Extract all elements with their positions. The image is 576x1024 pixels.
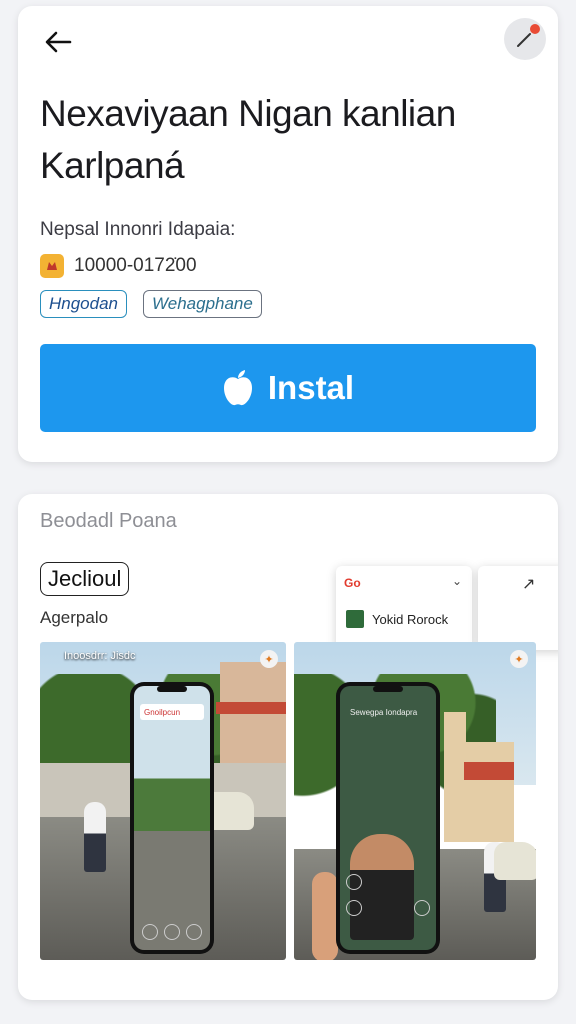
phone-screen: Sewegpa Iondapra bbox=[340, 686, 436, 950]
app-badge-icon bbox=[40, 254, 64, 278]
chevron-down-icon[interactable]: ⌄ bbox=[452, 574, 462, 588]
wand-icon: ✦ bbox=[510, 650, 528, 668]
app-meta-value: 10000-0172̇00 bbox=[74, 255, 197, 276]
gallery-card: Beodadl Poana Jeclioul Agerpalo Go ⌄ Yok… bbox=[18, 494, 558, 1000]
camera-control-icon bbox=[346, 874, 362, 890]
popover-card-secondary[interactable]: ↗ bbox=[478, 566, 558, 650]
popover-item[interactable]: Yokid Rorock bbox=[346, 610, 448, 628]
popover-item-label: Yokid Rorock bbox=[372, 611, 449, 627]
app-title: Nexaviyaan Nigan kanlian Karlpaná bbox=[40, 93, 456, 186]
popover-tag: Go bbox=[344, 576, 361, 590]
phone-mockup: Gnoilpcun bbox=[130, 682, 214, 954]
section-title: Beodadl Poana bbox=[40, 510, 177, 532]
scene-hand bbox=[312, 872, 338, 960]
app-detail-card: Nexaviyaan Nigan kanlian Karlpaná Nepsal… bbox=[18, 6, 558, 462]
wand-icon: ✦ bbox=[260, 650, 278, 668]
app-square-icon bbox=[346, 610, 364, 628]
scene-roof bbox=[464, 762, 514, 780]
app-subtitle: Nepsal Innonri Idapaia: bbox=[40, 219, 236, 240]
popover-card[interactable]: Go ⌄ Yokid Rorock bbox=[336, 566, 472, 650]
scene-person bbox=[84, 802, 106, 872]
camera-control-icon bbox=[142, 924, 158, 940]
back-button[interactable] bbox=[38, 22, 78, 62]
screen-bar: Sewegpa Iondapra bbox=[350, 707, 418, 717]
install-label: Instal bbox=[267, 369, 355, 406]
scene-church bbox=[444, 742, 514, 842]
camera-control-icon bbox=[414, 900, 430, 916]
screenshot-1[interactable]: Inoosdrr: Jisdc ✦ Gnoilpcun bbox=[40, 642, 286, 960]
camera-control-icon bbox=[164, 924, 180, 940]
chip-caption: Agerpalo bbox=[40, 608, 109, 627]
apple-icon bbox=[223, 370, 252, 406]
screenshot-caption: Inoosdrr: Jisdc bbox=[64, 650, 136, 662]
screen-bar: Gnoilpcun bbox=[140, 704, 204, 720]
tag-list: Hngodan Wehagphane bbox=[40, 290, 262, 318]
app-meta: 10000-0172̇00 bbox=[40, 254, 197, 278]
filter-chip[interactable]: Jeclioul bbox=[40, 562, 130, 596]
phone-mockup: Sewegpa Iondapra bbox=[336, 682, 440, 954]
camera-control-icon bbox=[346, 900, 362, 916]
scene-roof bbox=[216, 702, 286, 714]
tag-0[interactable]: Hngodan bbox=[40, 290, 128, 318]
screenshot-2[interactable]: ✦ Sewegpa Iondapra bbox=[294, 642, 536, 960]
install-button[interactable]: Instal bbox=[40, 344, 536, 432]
share-icon: ↗ bbox=[522, 576, 536, 593]
tag-1[interactable]: Wehagphane bbox=[143, 290, 262, 318]
phone-screen: Gnoilpcun bbox=[134, 686, 210, 950]
notification-dot bbox=[530, 24, 540, 34]
arrow-left-icon bbox=[45, 31, 72, 53]
wand-button[interactable] bbox=[504, 18, 546, 60]
scene-church-tower bbox=[444, 712, 466, 752]
camera-control-icon bbox=[186, 924, 202, 940]
scene-car bbox=[494, 842, 536, 880]
